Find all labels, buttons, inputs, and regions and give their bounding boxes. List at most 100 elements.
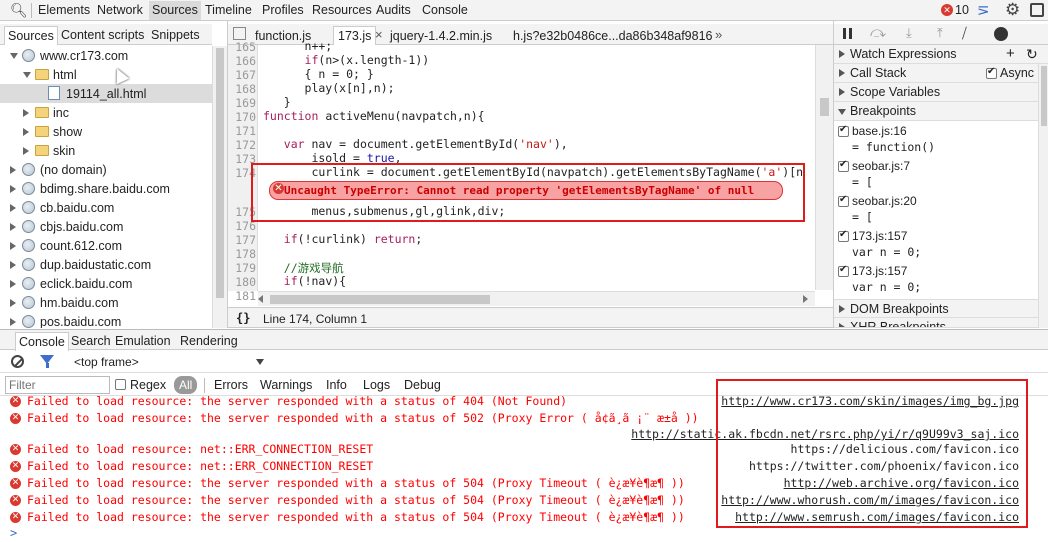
line-number[interactable]: 168 xyxy=(226,82,256,96)
line-number[interactable]: 169 xyxy=(226,96,256,110)
add-watch-icon[interactable]: + xyxy=(1006,45,1015,62)
breakpoint-location[interactable]: seobar.js:20 xyxy=(852,194,917,208)
breakpoint-location[interactable]: 173.js:157 xyxy=(852,264,907,278)
dom-breakpoints-header[interactable]: DOM Breakpoints xyxy=(834,299,1048,318)
line-number[interactable]: 179 xyxy=(226,261,256,275)
xhr-breakpoints-header[interactable]: XHR Breakpoints xyxy=(834,318,1048,328)
line-number[interactable]: 172 xyxy=(226,138,256,152)
editor-hscroll[interactable] xyxy=(258,291,815,306)
line-number[interactable]: 171 xyxy=(226,124,256,138)
collapsed-arrow-icon[interactable] xyxy=(23,128,29,136)
tree-item[interactable]: eclick.baidu.com xyxy=(0,274,212,293)
tree-item[interactable]: hm.baidu.com xyxy=(0,293,212,312)
level-info[interactable]: Info xyxy=(326,378,347,392)
collapsed-arrow-icon[interactable] xyxy=(10,261,16,269)
line-number[interactable]: 181 xyxy=(226,289,256,303)
frame-selector[interactable]: <top frame> xyxy=(74,355,139,369)
breakpoint-checkbox[interactable] xyxy=(838,194,849,207)
dock-icon[interactable] xyxy=(1030,3,1044,17)
inspect-search-icon[interactable]: 🔍︎ xyxy=(10,2,28,19)
drawer-tab-console[interactable]: Console xyxy=(15,332,69,351)
tree-scrollbar[interactable] xyxy=(212,46,227,328)
tab-profiles[interactable]: Profiles xyxy=(262,3,304,17)
tab-sources[interactable]: Sources xyxy=(149,1,201,20)
line-number[interactable]: 167 xyxy=(226,68,256,82)
breakpoint-checkbox[interactable] xyxy=(838,159,849,172)
filter-input[interactable] xyxy=(5,376,110,394)
breakpoint-location[interactable]: base.js:16 xyxy=(852,124,907,138)
drawer-tab-rendering[interactable]: Rendering xyxy=(180,334,238,348)
collapsed-arrow-icon[interactable] xyxy=(23,147,29,155)
frame-dropdown-icon[interactable] xyxy=(256,359,264,365)
toggle-navigator-icon[interactable] xyxy=(233,27,246,40)
step-over-icon[interactable]: ⤼ xyxy=(870,24,886,41)
tab-sources-nav[interactable]: Sources xyxy=(4,26,58,45)
line-number[interactable]: 166 xyxy=(226,54,256,68)
file-tab-jquery[interactable]: jquery-1.4.2.min.js xyxy=(390,29,492,43)
step-out-icon[interactable]: ⤒ xyxy=(937,25,943,41)
breakpoints-header[interactable]: Breakpoints xyxy=(834,102,1048,121)
step-into-icon[interactable]: ⤓ xyxy=(906,25,912,41)
error-count-icon[interactable]: ✕ xyxy=(941,4,953,16)
deactivate-breakpoints-icon[interactable]: ⧸ xyxy=(962,25,967,42)
call-stack-header[interactable]: Call Stack Async xyxy=(834,64,1048,83)
line-number[interactable]: 178 xyxy=(226,247,256,261)
tab-elements[interactable]: Elements xyxy=(38,3,90,17)
tab-console[interactable]: Console xyxy=(422,3,468,17)
collapsed-arrow-icon[interactable] xyxy=(10,204,16,212)
tree-item[interactable]: html xyxy=(0,65,212,84)
collapsed-arrow-icon[interactable] xyxy=(10,223,16,231)
line-number[interactable]: 165 xyxy=(226,40,256,54)
file-tab-173-js[interactable]: 173.js xyxy=(333,26,377,45)
collapsed-arrow-icon[interactable] xyxy=(23,109,29,117)
tab-content-scripts[interactable]: Content scripts xyxy=(61,28,144,42)
drawer-toggle-icon[interactable]: ⋝ xyxy=(977,1,990,19)
level-debug[interactable]: Debug xyxy=(404,378,441,392)
debugger-scrollbar[interactable] xyxy=(1038,64,1048,328)
tree-item[interactable]: pos.baidu.com xyxy=(0,312,212,328)
level-logs[interactable]: Logs xyxy=(363,378,390,392)
tree-item[interactable]: www.cr173.com xyxy=(0,46,212,65)
collapsed-arrow-icon[interactable] xyxy=(10,318,16,326)
collapsed-arrow-icon[interactable] xyxy=(10,166,16,174)
scope-variables-header[interactable]: Scope Variables xyxy=(834,83,1048,102)
error-count[interactable]: 10 xyxy=(955,3,969,17)
tree-item[interactable]: count.612.com xyxy=(0,236,212,255)
file-tab-hjs[interactable]: h.js?e32b0486ce...da86b348af9816 xyxy=(513,29,713,43)
level-all[interactable]: All xyxy=(174,376,198,394)
breakpoint-location[interactable]: seobar.js:7 xyxy=(852,159,910,173)
level-errors[interactable]: Errors xyxy=(214,378,248,392)
tab-network[interactable]: Network xyxy=(97,3,143,17)
collapsed-arrow-icon[interactable] xyxy=(10,185,16,193)
tree-item[interactable]: dup.baidustatic.com xyxy=(0,255,212,274)
line-number[interactable]: 170 xyxy=(226,110,256,124)
tree-item[interactable]: skin xyxy=(0,141,212,160)
tree-item[interactable]: 19114_all.html xyxy=(0,84,212,103)
refresh-watch-icon[interactable]: ↻ xyxy=(1026,46,1038,63)
async-checkbox[interactable] xyxy=(986,66,997,79)
expanded-arrow-icon[interactable] xyxy=(23,72,31,78)
breakpoint-checkbox[interactable] xyxy=(838,124,849,137)
watch-expressions-header[interactable]: Watch Expressions + ↻ xyxy=(834,45,1048,64)
breakpoint-location[interactable]: 173.js:157 xyxy=(852,229,907,243)
tab-resources[interactable]: Resources xyxy=(312,3,372,17)
collapsed-arrow-icon[interactable] xyxy=(10,280,16,288)
drawer-tab-search[interactable]: Search xyxy=(71,334,111,348)
console-prompt[interactable]: > xyxy=(10,526,17,540)
breakpoint-checkbox[interactable] xyxy=(838,264,849,277)
level-warnings[interactable]: Warnings xyxy=(260,378,312,392)
drawer-tab-emulation[interactable]: Emulation xyxy=(115,334,171,348)
tree-item[interactable]: bdimg.share.baidu.com xyxy=(0,179,212,198)
tree-item[interactable]: cbjs.baidu.com xyxy=(0,217,212,236)
collapsed-arrow-icon[interactable] xyxy=(10,242,16,250)
close-tab-icon[interactable]: × xyxy=(375,27,383,42)
tree-item[interactable]: inc xyxy=(0,103,212,122)
tree-item[interactable]: show xyxy=(0,122,212,141)
tab-timeline[interactable]: Timeline xyxy=(205,3,252,17)
more-tabs-icon[interactable]: » xyxy=(715,27,722,42)
tree-item[interactable]: (no domain) xyxy=(0,160,212,179)
pause-icon[interactable] xyxy=(843,28,852,39)
line-number[interactable]: 180 xyxy=(226,275,256,289)
collapsed-arrow-icon[interactable] xyxy=(10,299,16,307)
breakpoint-checkbox[interactable] xyxy=(838,229,849,242)
